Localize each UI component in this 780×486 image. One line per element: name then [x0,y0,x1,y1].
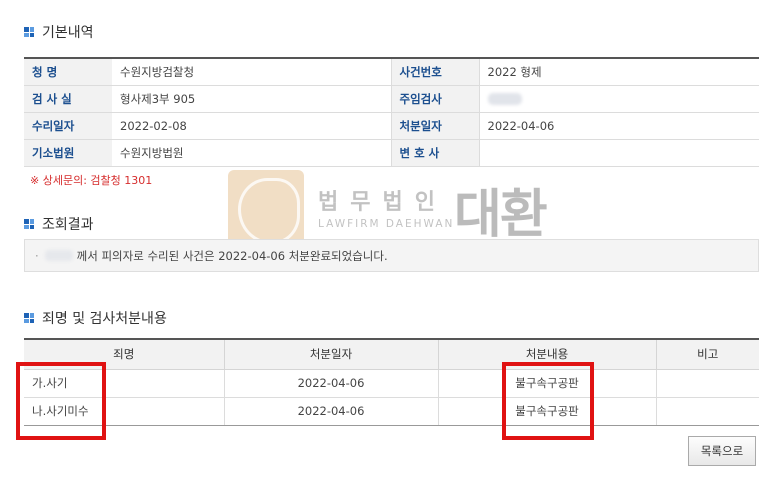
section-title-crime: 죄명 및 검사처분내용 [24,308,167,328]
value-disposition-date: 2022-04-06 [478,112,759,140]
label-disposition-date: 처분일자 [390,112,479,140]
disposition-date: 2022-04-06 [223,397,438,426]
watermark-korean-text: 법무법인 [318,190,447,215]
label-lawyer: 변 호 사 [390,139,479,167]
section-title-crime-text: 죄명 및 검사처분내용 [42,311,167,327]
remarks [655,369,759,398]
value-lead-prosecutor [478,85,759,113]
remarks [655,397,759,426]
section-title-basic-text: 기본내역 [42,25,94,41]
value-lawyer [478,139,759,167]
label-receipt-date: 수리일자 [24,112,112,140]
label-lead-prosecutor: 주임검사 [390,85,479,113]
info-row: 수리일자 2022-02-08 처분일자 2022-04-06 [24,112,759,140]
highlight-box-dispositions [502,362,594,440]
result-message-box: · 께서 피의자로 수리된 사건은 2022-04-06 처분완료되었습니다. [24,239,759,272]
section-title-result: 조회결과 [24,214,94,234]
value-court: 수원지방법원 [112,139,391,167]
result-message: 께서 피의자로 수리된 사건은 2022-04-06 처분완료되었습니다. [76,248,388,263]
crime-table: 죄명 처분일자 처분내용 비고 가.사기 2022-04-06 불구속구공판 나… [24,338,759,426]
value-prosecution-room: 형사제3부 905 [112,85,391,113]
info-row: 검 사 실 형사제3부 905 주임검사 [24,85,759,113]
redacted-name [44,250,73,261]
watermark-big-text: 대환 [454,185,548,245]
info-row: 기소법원 수원지방법원 변 호 사 [24,139,759,167]
section-square-icon [24,219,34,229]
label-case-number: 사건번호 [390,58,479,86]
table-row: 나.사기미수 2022-04-06 불구속구공판 [24,397,759,426]
basic-info-table: 청 명 수원지방검찰청 사건번호 2022 형제 검 사 실 형사제3부 905… [24,57,759,167]
value-case-number: 2022 형제 [478,58,759,86]
info-row: 청 명 수원지방검찰청 사건번호 2022 형제 [24,58,759,86]
redacted-name [487,93,522,105]
disposition-date: 2022-04-06 [223,369,438,398]
watermark-english-text: LAWFIRM DAEHWAN [318,218,455,230]
value-office: 수원지방검찰청 [112,58,391,86]
header-disposition-date: 처분일자 [223,339,438,370]
label-court: 기소법원 [24,139,112,167]
law-firm-logo-icon [228,170,304,246]
highlight-box-crime-names [16,362,106,440]
value-receipt-date: 2022-02-08 [112,112,391,140]
bullet-icon: · [35,248,39,263]
section-square-icon [24,27,34,37]
label-office: 청 명 [24,58,112,86]
section-title-basic: 기본내역 [24,22,94,42]
header-remarks: 비고 [655,339,759,370]
section-square-icon [24,313,34,323]
table-header-row: 죄명 처분일자 처분내용 비고 [24,339,759,370]
section-title-result-text: 조회결과 [42,217,94,233]
law-firm-watermark: 법무법인 LAWFIRM DAEHWAN 대환 [228,170,558,246]
table-row: 가.사기 2022-04-06 불구속구공판 [24,369,759,398]
inquiry-note: ※ 상세문의: 검찰청 1301 [30,174,153,187]
back-to-list-button[interactable]: 목록으로 [688,436,756,466]
label-prosecution-room: 검 사 실 [24,85,112,113]
